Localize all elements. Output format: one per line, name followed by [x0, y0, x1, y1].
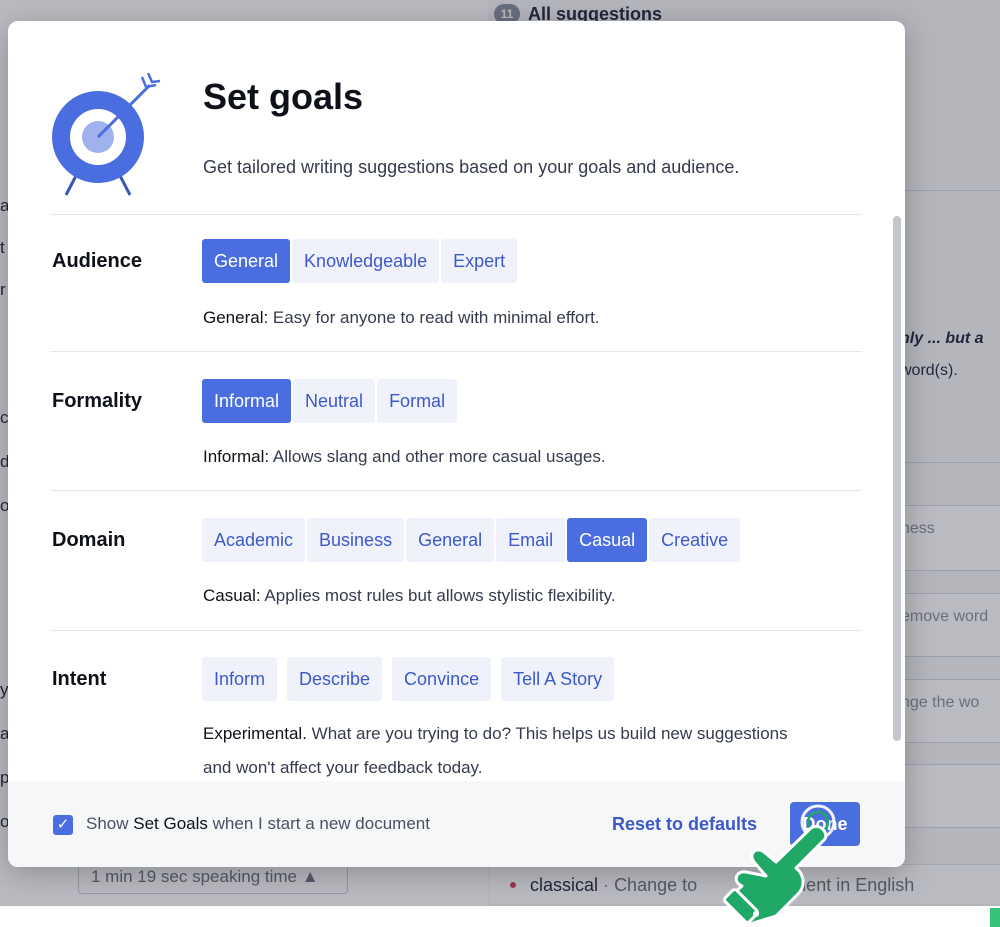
corner-indicator: [990, 908, 1000, 927]
show-set-goals-checkbox[interactable]: ✓: [53, 815, 73, 835]
label-suffix: when I start a new document: [207, 814, 430, 833]
description-key: Experimental.: [203, 724, 307, 743]
formality-description: Informal: Allows slang and other more ca…: [203, 447, 606, 467]
domain-options: Academic Business General Email Casual C…: [202, 518, 741, 562]
intent-option-tell-a-story[interactable]: Tell A Story: [501, 657, 615, 701]
intent-description: Experimental. What are you trying to do?…: [203, 717, 803, 785]
domain-option-academic[interactable]: Academic: [202, 518, 306, 562]
divider: [51, 214, 861, 215]
audience-option-knowledgeable[interactable]: Knowledgeable: [292, 239, 440, 283]
domain-option-creative[interactable]: Creative: [649, 518, 741, 562]
audience-description: General: Easy for anyone to read with mi…: [203, 308, 600, 328]
dialog-scrollbar[interactable]: [893, 216, 901, 741]
bottom-strip: [0, 906, 1000, 927]
target-icon: [52, 73, 161, 196]
formality-options: Informal Neutral Formal: [202, 379, 458, 423]
done-button[interactable]: Done: [790, 802, 860, 846]
domain-option-business[interactable]: Business: [307, 518, 405, 562]
audience-option-general[interactable]: General: [202, 239, 291, 283]
domain-option-casual[interactable]: Casual: [567, 518, 648, 562]
description-text: Easy for anyone to read with minimal eff…: [268, 308, 600, 327]
formality-option-formal[interactable]: Formal: [377, 379, 458, 423]
domain-description: Casual: Applies most rules but allows st…: [203, 586, 616, 606]
description-key: Casual:: [203, 586, 261, 605]
description-key: Informal:: [203, 447, 270, 466]
description-key: General:: [203, 308, 269, 327]
formality-option-neutral[interactable]: Neutral: [293, 379, 376, 423]
dialog-footer: ✓ Show Set Goals when I start a new docu…: [8, 781, 905, 867]
audience-options: General Knowledgeable Expert: [202, 239, 518, 283]
formality-option-informal[interactable]: Informal: [202, 379, 292, 423]
checkmark-icon: ✓: [56, 816, 70, 833]
divider: [51, 490, 861, 491]
intent-label: Intent: [52, 668, 107, 690]
intent-options: Inform Describe Convince Tell A Story: [202, 657, 615, 701]
description-text: Allows slang and other more casual usage…: [269, 447, 606, 466]
intent-option-convince[interactable]: Convince: [392, 657, 492, 701]
audience-option-expert[interactable]: Expert: [441, 239, 518, 283]
divider: [51, 630, 861, 631]
domain-option-general[interactable]: General: [406, 518, 495, 562]
set-goals-dialog: Set goals Get tailored writing suggestio…: [8, 21, 905, 867]
label-bold: Set Goals: [133, 814, 208, 833]
dialog-title: Set goals: [203, 76, 364, 117]
label-prefix: Show: [86, 814, 134, 833]
divider: [51, 351, 861, 352]
dialog-subtitle: Get tailored writing suggestions based o…: [203, 157, 740, 177]
show-set-goals-label[interactable]: Show Set Goals when I start a new docume…: [86, 814, 430, 834]
intent-option-inform[interactable]: Inform: [202, 657, 278, 701]
description-text: Applies most rules but allows stylistic …: [260, 586, 616, 605]
formality-label: Formality: [52, 390, 143, 412]
intent-option-describe[interactable]: Describe: [287, 657, 383, 701]
domain-label: Domain: [52, 529, 126, 551]
reset-to-defaults-button[interactable]: Reset to defaults: [612, 814, 757, 835]
audience-label: Audience: [52, 250, 143, 272]
domain-option-email[interactable]: Email: [496, 518, 566, 562]
